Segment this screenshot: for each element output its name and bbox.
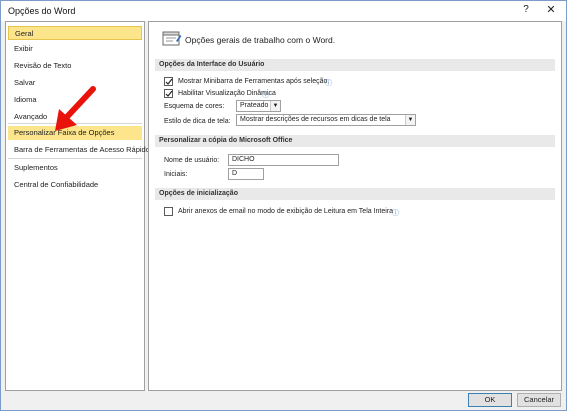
username-label: Nome de usuário:	[164, 157, 220, 164]
sidebar-item-suplementos[interactable]: Suplementos	[8, 161, 142, 175]
dialog-title: Opções do Word	[8, 6, 76, 16]
info-icon[interactable]: ⓘ	[325, 78, 332, 88]
chevron-down-icon: ▼	[270, 101, 280, 111]
sidebar-divider	[8, 158, 142, 159]
help-button[interactable]: ?	[520, 4, 532, 15]
checkmark-icon	[165, 78, 173, 85]
chevron-down-icon: ▼	[405, 115, 415, 125]
info-icon[interactable]: ⓘ	[262, 90, 269, 100]
reading-mode-label: Abrir anexos de email no modo de exibiçã…	[178, 208, 394, 215]
color-scheme-label: Esquema de cores:	[164, 103, 225, 110]
section-header-personalize: Personalizar a cópia do Microsoft Office	[155, 135, 555, 147]
sidebar-item-central-confiabilidade[interactable]: Central de Confiabilidade	[8, 178, 142, 192]
section-header-startup: Opções de inicialização	[155, 188, 555, 200]
options-dialog: Opções do Word ? ✕ Geral Exibir Revisão …	[0, 0, 567, 411]
page-title: Opções gerais de trabalho com o Word.	[185, 35, 336, 45]
cancel-button[interactable]: Cancelar	[517, 393, 561, 407]
options-sidebar: Geral Exibir Revisão de Texto Salvar Idi…	[5, 21, 150, 391]
section-header-ui: Opções da Interface do Usuário	[155, 59, 555, 71]
initials-input[interactable]: D	[228, 168, 264, 180]
options-content: Opções gerais de trabalho com o Word. Op…	[148, 21, 562, 391]
sidebar-item-revisao-de-texto[interactable]: Revisão de Texto	[8, 59, 142, 73]
mini-toolbar-label: Mostrar Minibarra de Ferramentas após se…	[178, 78, 328, 85]
general-options-icon	[162, 31, 182, 46]
sidebar-item-personalizar-faixa[interactable]: Personalizar Faixa de Opções	[8, 126, 142, 140]
sidebar-divider	[8, 123, 142, 124]
checkmark-icon	[165, 90, 173, 97]
tooltip-style-value: Mostrar descrições de recursos em dicas …	[240, 116, 391, 123]
sidebar-item-idioma[interactable]: Idioma	[8, 93, 142, 107]
close-button[interactable]: ✕	[544, 3, 558, 16]
initials-label: Iniciais:	[164, 171, 188, 178]
sidebar-item-barra-acesso-rapido[interactable]: Barra de Ferramentas de Acesso Rápido	[8, 143, 150, 157]
live-preview-checkbox[interactable]	[164, 89, 173, 98]
sidebar-item-salvar[interactable]: Salvar	[8, 76, 142, 90]
sidebar-item-avancado[interactable]: Avançado	[8, 110, 142, 124]
sidebar-item-geral[interactable]: Geral	[8, 26, 142, 40]
color-scheme-dropdown[interactable]: Prateado ▼	[236, 100, 281, 112]
ok-button[interactable]: OK	[468, 393, 512, 407]
username-input[interactable]: DICHO	[228, 154, 339, 166]
mini-toolbar-checkbox[interactable]	[164, 77, 173, 86]
tooltip-style-label: Estilo de dica de tela:	[164, 118, 231, 125]
info-icon[interactable]: ⓘ	[392, 208, 399, 218]
sidebar-item-exibir[interactable]: Exibir	[8, 42, 142, 56]
tooltip-style-dropdown[interactable]: Mostrar descrições de recursos em dicas …	[236, 114, 416, 126]
reading-mode-checkbox[interactable]	[164, 207, 173, 216]
title-bar: Opções do Word ? ✕	[1, 1, 566, 21]
color-scheme-value: Prateado	[240, 102, 269, 109]
